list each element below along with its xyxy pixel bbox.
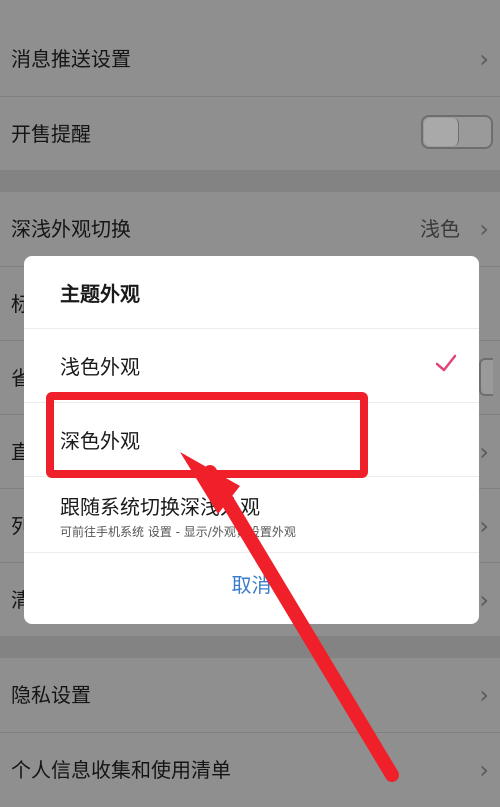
annotation-arrow-icon <box>180 452 399 782</box>
